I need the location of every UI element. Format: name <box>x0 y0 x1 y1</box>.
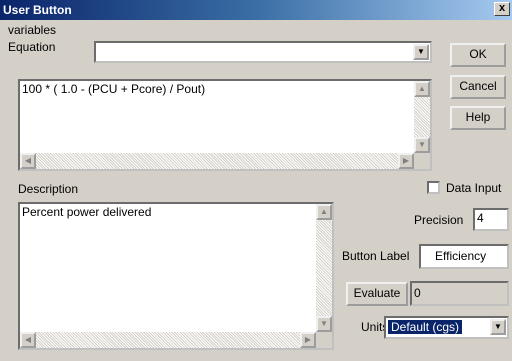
equation-label: Equation <box>8 40 56 54</box>
description-hscrollbar[interactable]: ◀ ▶ <box>20 332 316 348</box>
cancel-button[interactable]: Cancel <box>450 75 506 99</box>
arrow-left-icon[interactable]: ◀ <box>20 332 36 348</box>
precision-input[interactable]: 4 <box>473 208 509 231</box>
description-label: Description <box>18 182 79 196</box>
close-button[interactable]: x <box>494 2 510 16</box>
window-title: User Button <box>3 3 72 17</box>
chevron-down-icon[interactable]: ▼ <box>413 44 429 60</box>
arrow-up-icon[interactable]: ▲ <box>316 204 332 220</box>
units-selected: Default (cgs) <box>388 320 463 334</box>
data-input-checkbox[interactable] <box>427 181 440 194</box>
units-dropdown[interactable]: Default (cgs) ▼ <box>384 316 509 339</box>
equation-textarea[interactable]: 100 * ( 1.0 - (PCU + Pcore) / Pout) ▲ ▼ … <box>18 79 432 171</box>
data-input-label: Data Input <box>446 181 502 195</box>
description-textarea[interactable]: Percent power delivered ▲ ▼ ◀ ▶ <box>18 202 334 350</box>
evaluate-button[interactable]: Evaluate <box>346 282 408 306</box>
button-label-label: Button Label <box>342 249 410 263</box>
description-vscrollbar[interactable]: ▲ ▼ <box>316 204 332 332</box>
arrow-right-icon[interactable]: ▶ <box>398 153 414 169</box>
arrow-right-icon[interactable]: ▶ <box>300 332 316 348</box>
precision-value: 4 <box>477 211 484 225</box>
scroll-corner <box>414 153 430 169</box>
ok-button[interactable]: OK <box>450 43 506 67</box>
arrow-left-icon[interactable]: ◀ <box>20 153 36 169</box>
equation-vscrollbar[interactable]: ▲ ▼ <box>414 81 430 153</box>
button-label-input[interactable]: Efficiency <box>419 244 509 269</box>
scroll-corner <box>316 332 332 348</box>
description-text: Percent power delivered <box>22 205 152 219</box>
arrow-down-icon[interactable]: ▼ <box>414 137 430 153</box>
button-label-value: Efficiency <box>435 249 487 263</box>
help-button[interactable]: Help <box>450 106 506 130</box>
title-bar: User Button x <box>0 0 512 20</box>
equation-hscrollbar[interactable]: ◀ ▶ <box>20 153 414 169</box>
chevron-down-icon[interactable]: ▼ <box>490 319 506 335</box>
evaluate-result-value: 0 <box>414 286 421 300</box>
variables-label: variables <box>8 23 57 37</box>
variables-dropdown[interactable]: ▼ <box>94 41 432 63</box>
arrow-up-icon[interactable]: ▲ <box>414 81 430 97</box>
equation-text: 100 * ( 1.0 - (PCU + Pcore) / Pout) <box>22 82 206 96</box>
evaluate-result-field: 0 <box>410 281 509 306</box>
precision-label: Precision <box>414 213 464 227</box>
arrow-down-icon[interactable]: ▼ <box>316 316 332 332</box>
